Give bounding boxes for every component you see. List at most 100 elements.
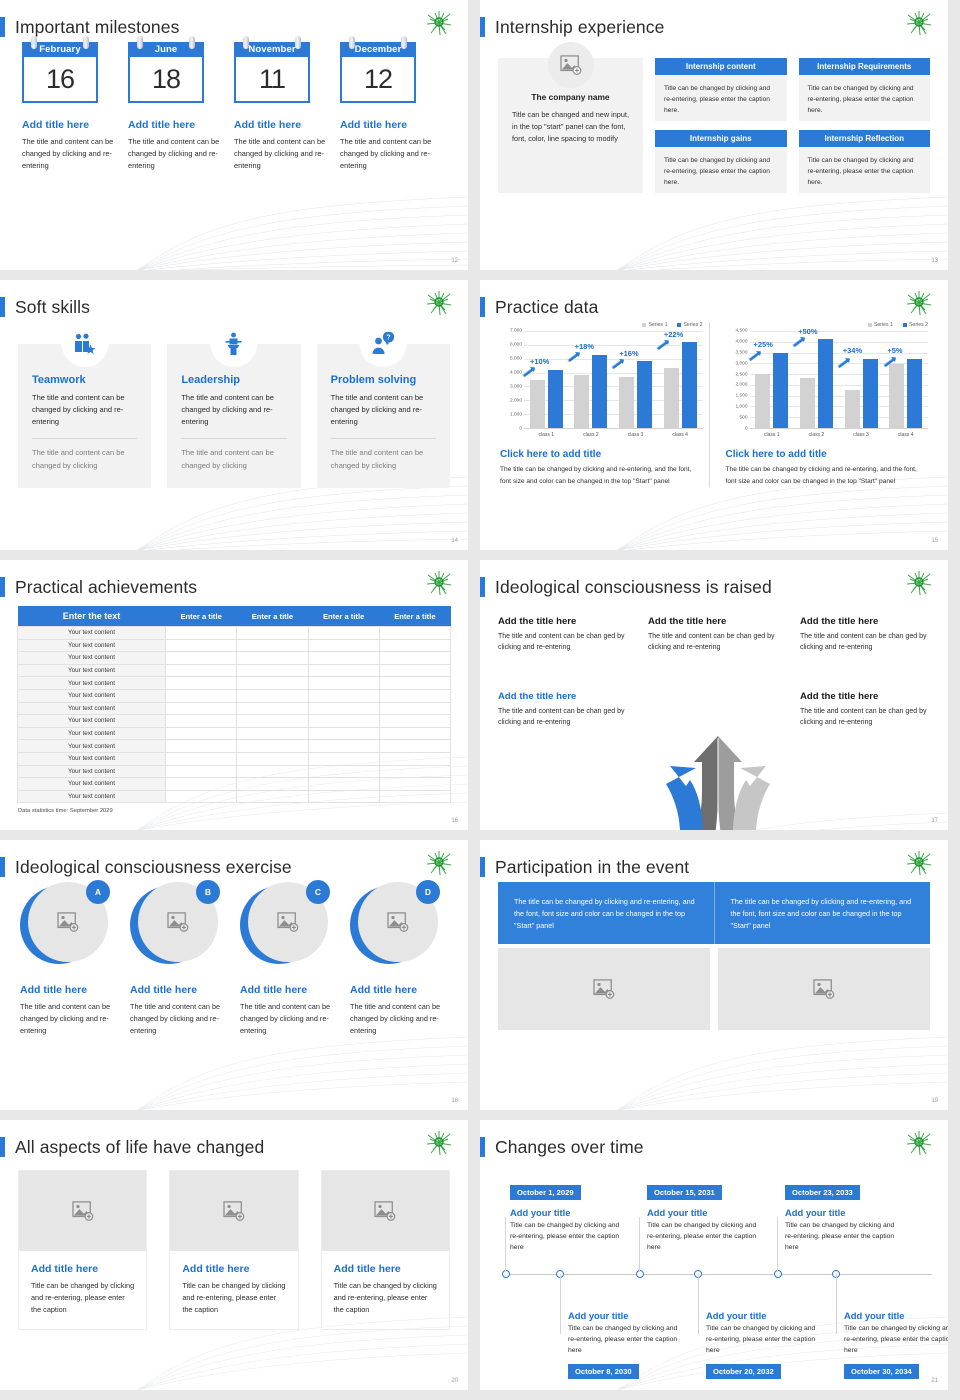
table-cell[interactable] [307,663,380,678]
table-row[interactable]: Your text content [17,638,452,653]
table-cell[interactable] [378,701,452,716]
table-row[interactable]: Your text content [17,701,452,716]
table-row[interactable]: Your text content [17,777,452,791]
ideology-block[interactable]: Add the title here The title and content… [648,616,778,654]
table-cell[interactable] [236,739,309,753]
table-row[interactable]: Your text content [17,688,452,703]
circle-item[interactable]: B Add title here The title and content c… [126,880,232,1036]
slide-changes-over-time[interactable]: Changes over time October 1, 2029 Add yo… [480,1120,948,1390]
slide-all-aspects-of-life[interactable]: All aspects of life have changed Add tit… [0,1120,468,1390]
table-cell[interactable] [307,739,380,753]
table-row[interactable]: Your text content [17,789,452,804]
table-cell[interactable] [236,688,309,703]
timeline-dot[interactable] [774,1270,782,1278]
ideology-block-highlight[interactable]: Add the title here The title and content… [498,691,628,729]
table-row[interactable]: Your text content [17,739,452,753]
table-cell[interactable] [236,676,309,690]
table-cell[interactable] [378,764,452,779]
table-cell[interactable] [164,789,238,804]
slide-soft-skills[interactable]: Soft skills Teamwork The title and conte… [0,280,468,550]
ideology-block[interactable]: Add the title here The title and content… [800,616,930,654]
table-cell[interactable] [378,751,452,766]
timeline-item-lower[interactable]: Add your title Title can be changed by c… [844,1310,948,1379]
milestone-item[interactable]: June 18 Add title here The title and con… [124,36,228,172]
table-cell[interactable] [378,726,452,741]
slide-important-milestones[interactable]: Important milestones February 16 Add tit… [0,0,468,270]
table-row[interactable]: Your text content [17,663,452,678]
table-cell[interactable] [164,714,238,728]
table-cell[interactable] [378,688,452,703]
image-placeholder[interactable] [170,1171,298,1251]
table-cell[interactable] [164,688,238,703]
internship-card[interactable]: Internship Reflection Title can be chang… [798,130,930,193]
table-cell[interactable] [164,739,238,753]
image-placeholder[interactable] [498,948,710,1030]
content-card[interactable]: Add title here Title can be changed by c… [169,1170,299,1331]
table-cell[interactable] [307,726,380,741]
table-cell[interactable] [378,789,452,804]
table-cell[interactable] [307,688,380,703]
table-cell[interactable] [236,626,309,640]
table-cell[interactable] [307,701,380,716]
table-cell[interactable] [378,638,452,653]
table-cell[interactable] [307,777,380,791]
slide-ideological-consciousness-exercise[interactable]: Ideological consciousness exercise A Add… [0,840,468,1110]
timeline-item-lower[interactable]: Add your title Title can be changed by c… [568,1310,686,1379]
skill-card[interactable]: ? Problem solving The title and content … [316,320,450,488]
slide-practical-achievements[interactable]: Practical achievements Enter the text En… [0,560,468,830]
content-card[interactable]: Add title here Title can be changed by c… [18,1170,148,1331]
slide-internship-experience[interactable]: Internship experience The company name T… [480,0,948,270]
internship-card[interactable]: Internship Requirements Title can be cha… [798,58,930,121]
table-cell[interactable] [307,764,380,779]
circle-item[interactable]: D Add title here The title and content c… [346,880,452,1036]
table-cell[interactable] [307,751,380,766]
circle-item[interactable]: A Add title here The title and content c… [16,880,122,1036]
table-cell[interactable] [164,777,238,791]
image-placeholder[interactable] [718,948,930,1030]
table-row[interactable]: Your text content [17,714,452,728]
table-cell[interactable] [378,714,452,728]
table-cell[interactable] [236,726,309,741]
slide-participation-in-event[interactable]: Participation in the event The title can… [480,840,948,1110]
table-cell[interactable] [164,638,238,653]
milestone-item[interactable]: December 12 Add title here The title and… [336,36,440,172]
table-row[interactable]: Your text content [17,751,452,766]
timeline-dot[interactable] [636,1270,644,1278]
skill-card[interactable]: Leadership The title and content can be … [167,320,301,488]
table-cell[interactable] [307,638,380,653]
timeline-item-upper[interactable]: October 1, 2029 Add your title Title can… [510,1182,628,1254]
table-row[interactable]: Your text content [17,726,452,741]
table-cell[interactable] [164,726,238,741]
table-row[interactable]: Your text content [17,764,452,779]
table-cell[interactable] [307,789,380,804]
table-cell[interactable] [164,626,238,640]
achievements-table[interactable]: Enter the text Enter a title Enter a tit… [17,606,452,804]
table-cell[interactable] [164,651,238,665]
table-cell[interactable] [164,676,238,690]
slide-practice-data[interactable]: Practice data Series 1 Series 2 7,000 6,… [480,280,948,550]
table-cell[interactable] [378,651,452,665]
company-panel[interactable]: The company name Title can be changed an… [498,42,643,193]
table-row[interactable]: Your text content [17,626,452,640]
timeline-item-upper[interactable]: October 23, 2033 Add your title Title ca… [785,1182,903,1254]
company-image-placeholder[interactable] [547,42,594,88]
table-cell[interactable] [236,789,309,804]
table-cell[interactable] [236,751,309,766]
chart-block-1[interactable]: Series 1 Series 2 7,000 6,000 5,000 4,00… [494,322,709,487]
table-cell[interactable] [236,714,309,728]
image-placeholder[interactable] [321,1171,449,1251]
table-cell[interactable] [378,626,452,640]
table-cell[interactable] [378,739,452,753]
table-cell[interactable] [378,676,452,690]
table-cell[interactable] [164,751,238,766]
timeline-dot[interactable] [502,1270,510,1278]
table-cell[interactable] [236,764,309,779]
milestone-item[interactable]: February 16 Add title here The title and… [18,36,122,172]
table-cell[interactable] [164,764,238,779]
internship-card[interactable]: Internship gains Title can be changed by… [655,130,787,193]
table-cell[interactable] [236,701,309,716]
skill-card[interactable]: Teamwork The title and content can be ch… [18,320,152,488]
table-row[interactable]: Your text content [17,651,452,665]
table-row[interactable]: Your text content [17,676,452,690]
table-cell[interactable] [307,626,380,640]
